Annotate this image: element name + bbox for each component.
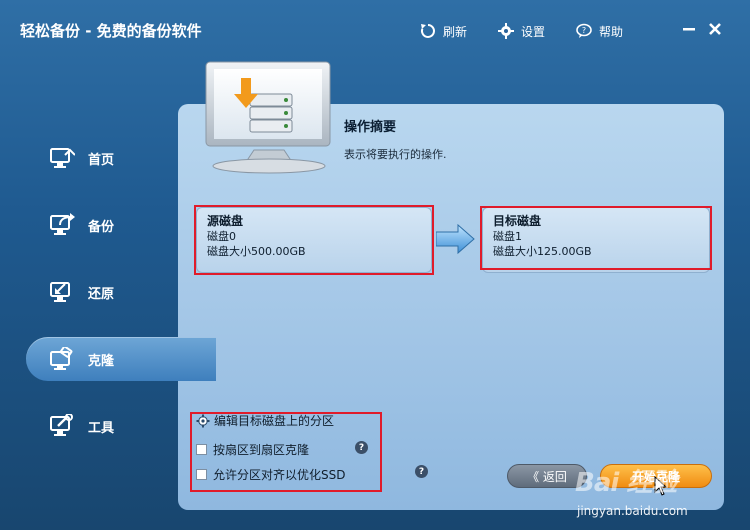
minimize-icon [683,28,695,31]
sidebar-item-clone[interactable]: 克隆 [26,337,216,381]
refresh-icon [420,24,435,38]
help-button[interactable]: ? 帮助 [575,19,623,43]
close-button[interactable] [704,18,726,40]
sidebar-item-home[interactable]: 首页 [26,136,216,180]
summary-title: 操作摘要 [344,120,397,135]
gear-icon [498,23,514,39]
close-icon [709,23,721,35]
home-icon [48,144,76,172]
sidebar-item-label: 备份 [88,219,115,235]
refresh-label: 刷新 [443,24,468,39]
clone-hero-illustration [202,60,336,176]
help-label: 帮助 [599,24,624,39]
target-highlight-frame [480,206,712,270]
align-ssd-help-icon[interactable]: ? [415,465,428,478]
sidebar-item-tools[interactable]: 工具 [26,404,216,448]
sidebar-item-label: 克隆 [88,353,115,369]
arrow-right-icon [435,223,476,259]
sidebar-item-label: 首页 [88,152,115,168]
back-button[interactable]: 《 返回 [507,464,587,488]
summary-subtitle: 表示将要执行的操作. [344,148,447,161]
minimize-button[interactable] [678,18,700,40]
title-bar: 轻松备份 - 免费的备份软件 刷新 设置 ? 帮助 [0,0,750,62]
backup-icon [48,211,76,239]
mouse-cursor-icon [654,475,668,500]
clone-icon [48,345,76,373]
sidebar-item-backup[interactable]: 备份 [26,203,216,247]
source-highlight-frame [194,205,434,275]
tools-icon [48,412,76,440]
help-bubble-icon: ? [576,23,592,38]
options-highlight-frame [190,412,382,492]
settings-label: 设置 [521,24,546,39]
main-window: 轻松备份 - 免费的备份软件 刷新 设置 ? 帮助 首页 备份 还原 克隆 工具… [0,0,750,530]
settings-button[interactable]: 设置 [497,19,545,43]
refresh-button[interactable]: 刷新 [419,19,467,43]
sidebar-item-restore[interactable]: 还原 [26,270,216,314]
sidebar-item-label: 还原 [88,286,115,302]
svg-text:?: ? [582,26,586,35]
app-title: 轻松备份 - 免费的备份软件 [20,22,202,40]
sidebar-item-label: 工具 [88,420,115,436]
restore-icon [48,278,76,306]
